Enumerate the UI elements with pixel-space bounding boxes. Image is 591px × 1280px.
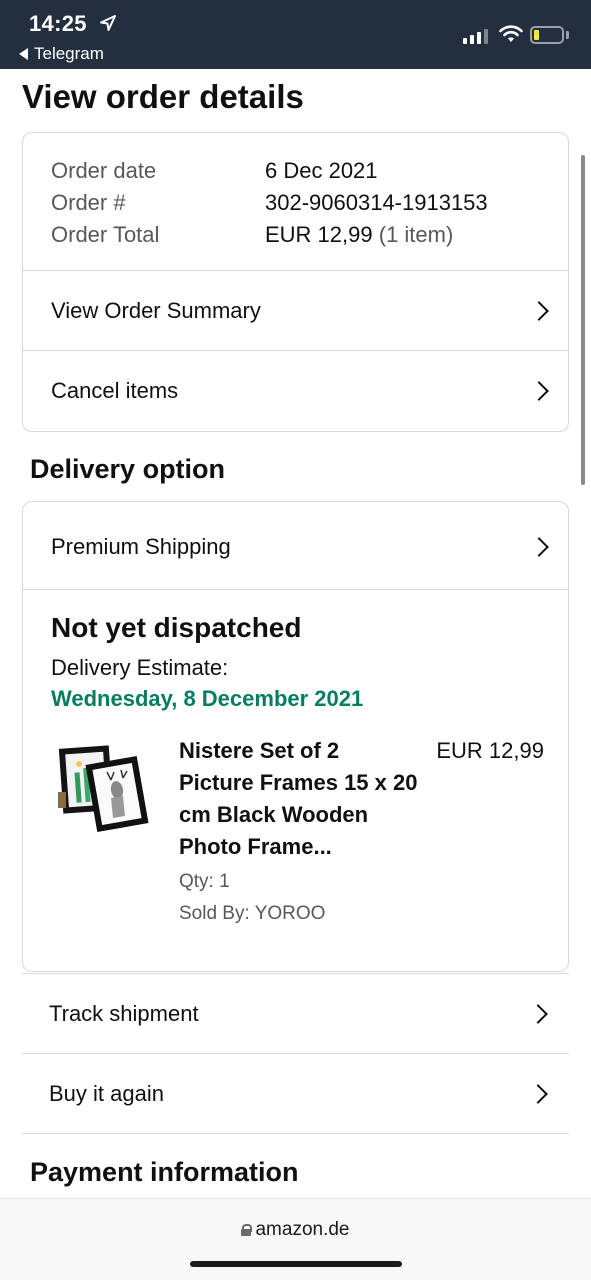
back-triangle-icon: [19, 48, 28, 60]
divider: [22, 1133, 569, 1134]
browser-address-bar: amazon.de: [0, 1198, 591, 1280]
scrollbar[interactable]: [581, 155, 585, 485]
delivery-estimate-label: Delivery Estimate:: [51, 655, 229, 680]
track-shipment-label: Track shipment: [49, 1000, 199, 1026]
back-app-label: Telegram: [34, 44, 104, 63]
product-title-link[interactable]: Nistere Set of 2 Picture Frames 15 x 20 …: [179, 735, 419, 863]
product-price: EUR 12,99: [436, 738, 544, 763]
home-indicator[interactable]: [190, 1261, 402, 1267]
product-quantity: Qty: 1: [179, 871, 230, 892]
page-title: View order details: [22, 78, 304, 115]
payment-information-heading: Payment information: [30, 1157, 299, 1187]
view-order-summary-label: View Order Summary: [51, 297, 261, 323]
chevron-right-icon: [528, 1003, 548, 1024]
order-number-row: Order # 302-9060314-1913153: [51, 187, 488, 219]
status-time: 14:25: [29, 11, 87, 36]
buy-it-again-label: Buy it again: [49, 1080, 164, 1106]
url-text: amazon.de: [255, 1219, 350, 1240]
battery-icon: [530, 26, 564, 44]
chevron-right-icon: [528, 1083, 548, 1104]
order-date-label: Order date: [51, 158, 157, 183]
url-display[interactable]: amazon.de: [0, 1219, 591, 1241]
cancel-items-link[interactable]: Cancel items: [23, 350, 568, 430]
delivery-option-heading: Delivery option: [30, 454, 226, 484]
shipping-option-link[interactable]: Premium Shipping: [23, 504, 568, 590]
status-bar: 14:25 Telegram: [0, 0, 591, 69]
order-date-value: 6 Dec 2021: [265, 158, 378, 183]
back-to-app-link[interactable]: Telegram: [19, 44, 104, 64]
order-item-count: (1 item): [378, 222, 454, 247]
view-order-summary-link[interactable]: View Order Summary: [23, 270, 568, 350]
order-total-value: EUR 12,99 (1 item): [265, 219, 453, 251]
chevron-right-icon: [529, 380, 549, 401]
delivery-card: Premium Shipping Not yet dispatched Deli…: [22, 501, 569, 972]
cancel-items-label: Cancel items: [51, 377, 179, 403]
buy-it-again-link[interactable]: Buy it again: [22, 1053, 569, 1133]
location-arrow-icon: [100, 15, 116, 31]
delivery-estimate-date: Wednesday, 8 December 2021: [51, 686, 364, 711]
order-number-label: Order #: [51, 190, 126, 215]
order-total-amount: EUR 12,99: [265, 222, 373, 247]
order-total-row: Order Total EUR 12,99 (1 item): [51, 219, 488, 251]
order-info-card: Order date 6 Dec 2021 Order # 302-906031…: [22, 132, 569, 432]
order-total-label: Order Total: [51, 222, 160, 247]
order-info-list: Order date 6 Dec 2021 Order # 302-906031…: [51, 155, 488, 251]
cell-signal-icon: [463, 28, 488, 44]
picture-frames-product-image[interactable]: [53, 742, 153, 842]
lock-icon: [241, 1224, 253, 1236]
order-date-row: Order date 6 Dec 2021: [51, 155, 488, 187]
wifi-icon: [499, 25, 523, 42]
order-number-value: 302-9060314-1913153: [265, 190, 488, 215]
chevron-right-icon: [529, 300, 549, 321]
track-shipment-link[interactable]: Track shipment: [22, 973, 569, 1053]
shipping-option-label: Premium Shipping: [51, 533, 231, 559]
product-seller: Sold By: YOROO: [179, 903, 326, 924]
battery-tip: [566, 31, 569, 39]
dispatch-status: Not yet dispatched: [51, 612, 302, 643]
chevron-right-icon: [529, 536, 549, 557]
